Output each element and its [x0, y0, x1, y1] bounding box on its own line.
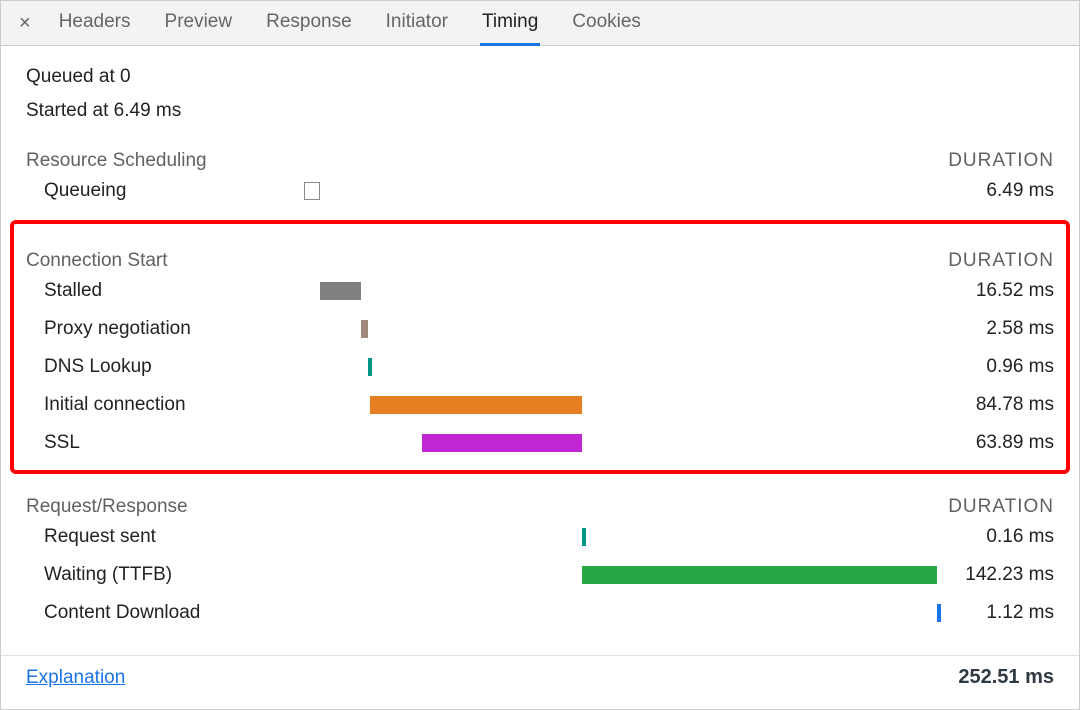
row-duration: 0.96 ms	[934, 356, 1054, 378]
row-label: Stalled	[26, 280, 304, 302]
timing-bar	[582, 528, 586, 546]
tab-cookies[interactable]: Cookies	[570, 1, 643, 46]
row-chart	[304, 182, 934, 200]
section-connection-start: Connection Start DURATION Stalled 16.52 ms P…	[10, 220, 1070, 474]
timing-row: Waiting (TTFB) 142.23 ms	[26, 556, 1054, 594]
duration-label: DURATION	[948, 250, 1054, 272]
tab-response[interactable]: Response	[264, 1, 354, 46]
timing-row: Request sent 0.16 ms	[26, 518, 1054, 556]
row-label: Proxy negotiation	[26, 318, 304, 340]
row-label: Initial connection	[26, 394, 304, 416]
timing-row: Proxy negotiation 2.58 ms	[26, 310, 1054, 348]
timing-bar	[304, 182, 320, 200]
row-label: Waiting (TTFB)	[26, 564, 304, 586]
timing-bar	[370, 396, 582, 414]
tab-initiator[interactable]: Initiator	[384, 1, 450, 46]
tab-headers[interactable]: Headers	[57, 1, 133, 46]
timing-row: SSL 63.89 ms	[26, 424, 1054, 462]
timing-bar	[361, 320, 367, 338]
row-chart	[304, 396, 934, 414]
section-request-response: Request/Response DURATION Request sent 0.16…	[26, 496, 1054, 632]
row-duration: 142.23 ms	[934, 564, 1054, 586]
started-at-line: Started at 6.49 ms	[26, 94, 1054, 128]
queued-at-line: Queued at 0	[26, 60, 1054, 94]
row-label: DNS Lookup	[26, 356, 304, 378]
row-duration: 6.49 ms	[934, 180, 1054, 202]
row-chart	[304, 358, 934, 376]
timing-bar	[422, 434, 581, 452]
total-duration: 252.51 ms	[958, 666, 1054, 689]
tab-preview[interactable]: Preview	[163, 1, 235, 46]
row-chart	[304, 604, 934, 622]
row-chart	[304, 434, 934, 452]
row-chart	[304, 566, 934, 584]
timing-row: Queueing 6.49 ms	[26, 172, 1054, 210]
section-title: Request/Response	[26, 496, 188, 518]
duration-label: DURATION	[948, 150, 1054, 172]
timing-row: Content Download 1.12 ms	[26, 594, 1054, 632]
timing-bar	[937, 604, 941, 622]
timing-panel: × Headers Preview Response Initiator Timing C…	[0, 0, 1080, 710]
row-duration: 16.52 ms	[934, 280, 1054, 302]
timing-row: Initial connection 84.78 ms	[26, 386, 1054, 424]
timing-bar	[582, 566, 937, 584]
timing-row: DNS Lookup 0.96 ms	[26, 348, 1054, 386]
row-label: Queueing	[26, 180, 304, 202]
footer: Explanation 252.51 ms	[1, 655, 1079, 699]
row-label: Content Download	[26, 602, 304, 624]
section-title: Resource Scheduling	[26, 150, 207, 172]
timing-row: Stalled 16.52 ms	[26, 272, 1054, 310]
section-header: Connection Start DURATION	[26, 250, 1054, 272]
row-chart	[304, 320, 934, 338]
tabbar: × Headers Preview Response Initiator Timing C…	[1, 1, 1079, 46]
section-header: Request/Response DURATION	[26, 496, 1054, 518]
row-duration: 0.16 ms	[934, 526, 1054, 548]
row-chart	[304, 528, 934, 546]
row-duration: 63.89 ms	[934, 432, 1054, 454]
timing-bar	[368, 358, 372, 376]
explanation-link[interactable]: Explanation	[26, 667, 125, 689]
tabs: Headers Preview Response Initiator Timing Coo…	[49, 1, 643, 46]
section-title: Connection Start	[26, 250, 168, 272]
section-resource-scheduling: Resource Scheduling DURATION Queueing 6.49 …	[26, 150, 1054, 210]
row-duration: 2.58 ms	[934, 318, 1054, 340]
row-duration: 84.78 ms	[934, 394, 1054, 416]
row-chart	[304, 282, 934, 300]
timing-bar	[320, 282, 361, 300]
row-duration: 1.12 ms	[934, 602, 1054, 624]
section-header: Resource Scheduling DURATION	[26, 150, 1054, 172]
panel-body: Queued at 0 Started at 6.49 ms Resource …	[1, 46, 1079, 632]
duration-label: DURATION	[948, 496, 1054, 518]
close-icon[interactable]: ×	[1, 2, 49, 44]
row-label: SSL	[26, 432, 304, 454]
tab-timing[interactable]: Timing	[480, 1, 540, 46]
row-label: Request sent	[26, 526, 304, 548]
